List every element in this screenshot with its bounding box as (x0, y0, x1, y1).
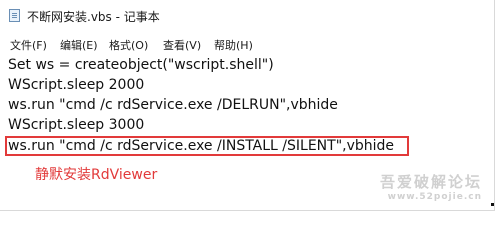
menu-view[interactable]: 查看(V) (163, 37, 201, 53)
code-line-1: Set ws = createobject("wscript.shell") (8, 57, 274, 73)
window-title: 不断网安装.vbs - 记事本 (27, 10, 160, 24)
stray-dot (491, 203, 494, 206)
code-line-3: ws.run "cmd /c rdService.exe /DELRUN",vb… (8, 97, 338, 113)
menu-bar: 文件(F) 编辑(E) 格式(O) 查看(V) 帮助(H) (0, 32, 494, 54)
annotation-text: 静默安装RdViewer (35, 167, 158, 183)
watermark-main: 吾爱破解论坛 (379, 173, 482, 191)
menu-format[interactable]: 格式(O) (109, 37, 148, 53)
title-bar[interactable]: 不断网安装.vbs - 记事本 (0, 0, 494, 30)
menu-edit[interactable]: 编辑(E) (60, 37, 98, 53)
notepad-window: 不断网安装.vbs - 记事本 文件(F) 编辑(E) 格式(O) 查看(V) … (0, 0, 495, 211)
notepad-icon (9, 9, 20, 22)
code-line-4: WScript.sleep 3000 (8, 117, 145, 133)
menu-help[interactable]: 帮助(H) (214, 37, 253, 53)
menu-file[interactable]: 文件(F) (10, 37, 47, 53)
highlight-box (5, 136, 409, 156)
watermark: 吾爱破解论坛 www.52pojie.cn (380, 171, 482, 202)
code-line-2: WScript.sleep 2000 (8, 77, 145, 93)
watermark-sub: www.52pojie.cn (387, 192, 482, 202)
